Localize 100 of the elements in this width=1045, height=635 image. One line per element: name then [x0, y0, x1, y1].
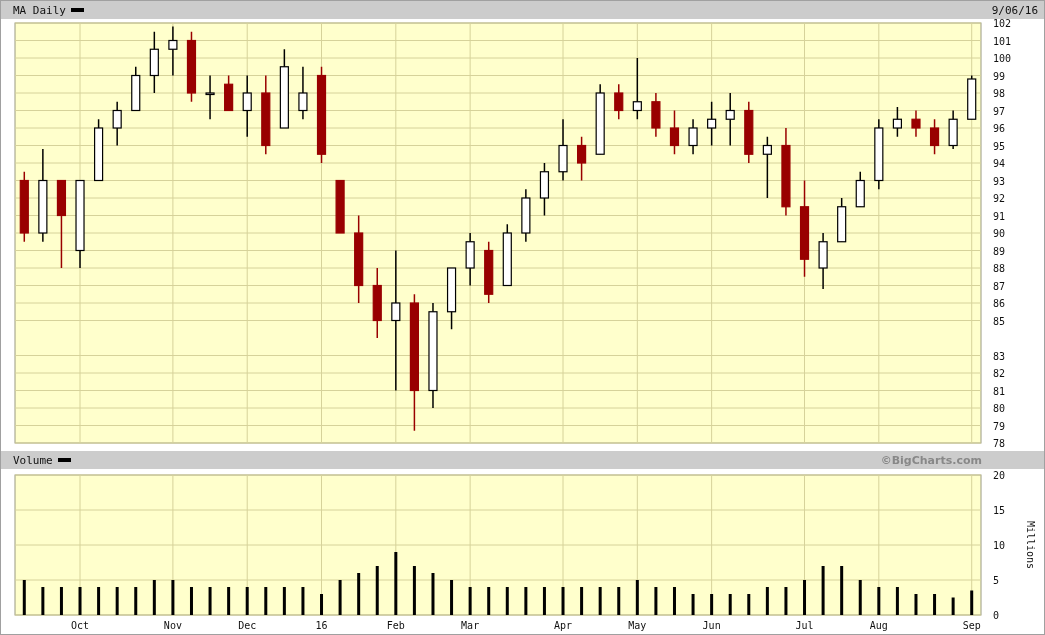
month-label: May	[628, 620, 647, 631]
candlestick	[94, 118, 104, 182]
candlestick	[632, 57, 642, 120]
candlestick	[911, 109, 921, 138]
volume-bar	[784, 587, 788, 615]
volume-bar	[505, 587, 509, 615]
candlestick	[446, 267, 457, 330]
volume-bar	[394, 552, 398, 615]
y-axis-label: 83	[993, 350, 1006, 362]
volume-bar	[468, 587, 472, 615]
volume-bar	[487, 587, 491, 615]
candlestick	[112, 101, 122, 147]
y-axis-label: 20	[993, 470, 1006, 481]
volume-bar	[877, 587, 881, 615]
month-label: Oct	[71, 620, 90, 631]
month-label: Dec	[238, 620, 257, 631]
candlestick	[298, 66, 308, 120]
month-label: Sep	[962, 620, 981, 631]
y-axis-label: 98	[993, 88, 1006, 99]
volume-bar	[858, 580, 862, 615]
volume-bar	[747, 594, 751, 615]
y-axis-label: 88	[993, 263, 1006, 274]
candlestick	[855, 171, 865, 208]
y-axis-label: 81	[993, 385, 1006, 397]
volume-bar	[914, 594, 918, 615]
volume-bar	[59, 587, 63, 615]
chart-title: MA Daily	[13, 3, 66, 17]
y-axis-label: 86	[993, 298, 1006, 309]
volume-bar	[171, 580, 175, 615]
y-axis-label: 102	[993, 19, 1012, 29]
y-axis-label: 97	[993, 105, 1006, 117]
volume-bar	[115, 587, 119, 615]
volume-bar	[821, 566, 825, 615]
candlestick	[205, 74, 215, 120]
y-axis-label: 96	[993, 123, 1006, 134]
volume-bar	[282, 587, 286, 615]
candlestick	[484, 241, 494, 304]
volume-bar	[338, 580, 342, 615]
volume-title: Volume	[13, 453, 53, 467]
candlestick	[168, 25, 178, 77]
y-axis-label: 92	[993, 193, 1006, 204]
month-label: Jun	[702, 620, 721, 631]
volume-bar	[951, 597, 955, 615]
volume-bar	[375, 566, 379, 615]
y-axis-label: 80	[993, 403, 1006, 414]
candlestick	[335, 179, 345, 234]
y-axis-label: 5	[993, 575, 1000, 586]
volume-bar	[320, 594, 323, 615]
copyright-text: ©BigCharts.com	[880, 453, 982, 467]
candlestick	[874, 118, 884, 190]
candlestick	[614, 83, 624, 120]
candlestick	[948, 109, 958, 150]
candlestick	[725, 92, 735, 147]
candlestick	[837, 197, 847, 243]
volume-bar	[765, 587, 769, 615]
candlestick	[224, 74, 234, 112]
volume-bar	[803, 580, 806, 615]
y-axis-title: Millions	[1025, 520, 1036, 570]
candlestick	[372, 267, 382, 339]
y-axis-label: 94	[993, 158, 1006, 169]
volume-bar	[895, 587, 899, 615]
month-label: Feb	[386, 620, 405, 631]
volume-bar	[41, 587, 45, 615]
month-label: Nov	[163, 620, 182, 631]
chart-date: 9/06/16	[991, 3, 1038, 17]
volume-bar	[728, 594, 732, 615]
volume-bar	[227, 587, 231, 615]
candlestick	[669, 109, 680, 155]
candlestick	[818, 232, 828, 290]
y-axis-label: 78	[993, 438, 1006, 449]
volume-bar	[190, 587, 193, 615]
y-axis-label: 15	[993, 505, 1006, 516]
candlestick	[929, 118, 940, 155]
candlestick	[967, 74, 977, 120]
volume-bar	[134, 587, 138, 615]
candlestick	[762, 136, 772, 199]
volume-bar	[598, 587, 602, 615]
volume-bar	[431, 573, 435, 615]
volume-bar	[264, 587, 268, 615]
y-axis-label: 79	[993, 420, 1006, 432]
volume-bar	[561, 587, 565, 615]
y-axis-label: 82	[993, 368, 1006, 379]
y-axis-label: 85	[993, 315, 1006, 327]
candlestick	[707, 101, 717, 147]
y-axis-label: 99	[993, 70, 1006, 82]
month-label: Jul	[795, 620, 814, 631]
candlestick	[558, 118, 568, 182]
volume-bar	[710, 594, 714, 615]
volume-bar	[933, 594, 937, 615]
candlestick	[651, 92, 661, 138]
volume-bar	[22, 580, 26, 615]
y-axis-label: 101	[993, 35, 1012, 47]
y-axis-label: 90	[993, 228, 1006, 239]
candlestick	[892, 106, 902, 138]
volume-bar	[412, 566, 416, 615]
candlestick	[149, 31, 159, 94]
volume-bar	[301, 587, 305, 615]
y-axis-label: 87	[993, 280, 1006, 292]
volume-bar	[840, 566, 844, 615]
y-axis-label: 93	[993, 175, 1006, 187]
